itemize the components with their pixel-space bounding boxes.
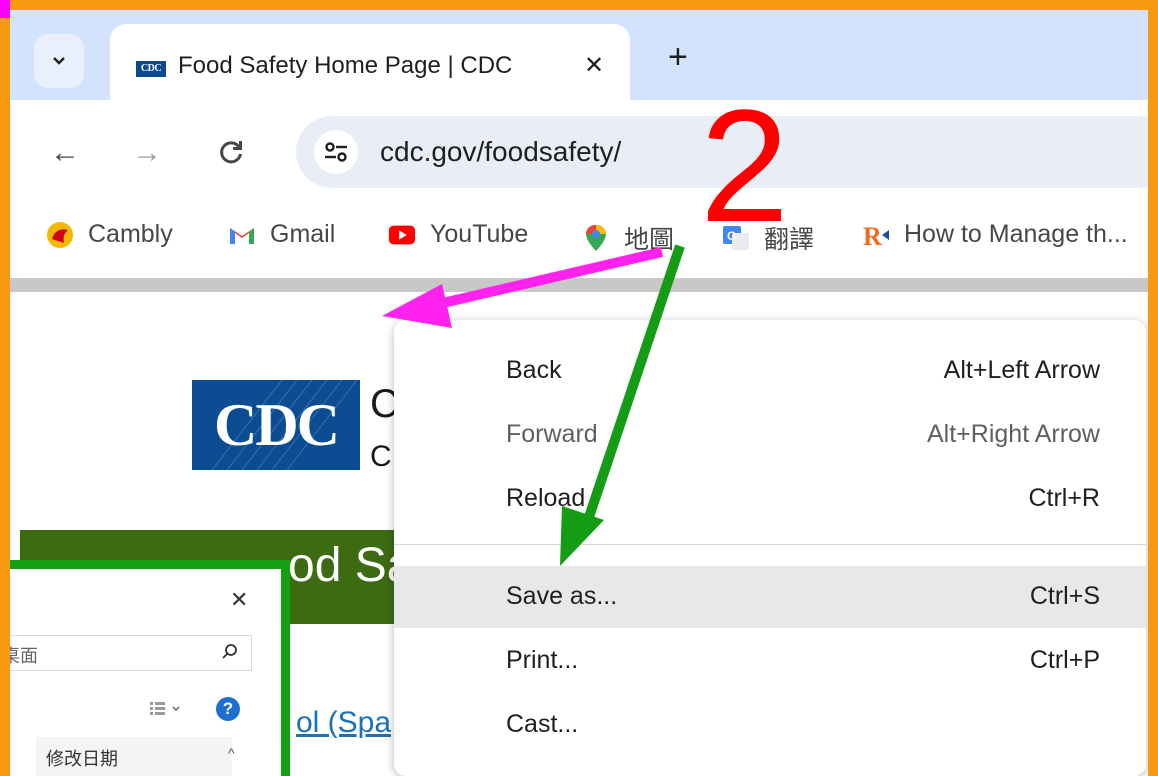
tab-food-safety[interactable]: CDC Food Safety Home Page | CDC ✕ (110, 24, 630, 110)
back-button[interactable]: ← (50, 138, 80, 168)
bookmarks-bar: Cambly Gmail YouTube 地圖 G 翻譯 R How to Ma… (10, 200, 1158, 276)
cambly-icon (46, 221, 74, 249)
tab-title: Food Safety Home Page | CDC (178, 52, 513, 79)
search-icon (222, 644, 237, 659)
bookmark-cambly[interactable]: Cambly (46, 220, 173, 249)
cdc-favicon-icon: CDC (136, 61, 166, 77)
menu-item-label: Save as... (506, 582, 618, 610)
dialog-close-button[interactable]: ✕ (230, 587, 248, 613)
menu-item-save-as[interactable]: Save as... Ctrl+S (394, 566, 1146, 628)
bookmark-label: Cambly (88, 220, 173, 248)
cdc-logo[interactable]: CDC (192, 380, 360, 470)
menu-item-label: Back (506, 356, 562, 384)
scroll-up-icon[interactable]: ^ (228, 745, 235, 761)
menu-item-label: Print... (506, 646, 579, 674)
view-options-icon[interactable] (150, 701, 184, 722)
screenshot-stage: CDC Food Safety Home Page | CDC ✕ + ← → (0, 0, 1158, 776)
menu-item-cast[interactable]: Cast... (394, 694, 1146, 756)
bookmark-gmail[interactable]: Gmail (228, 220, 335, 249)
agency-name-line2: C (370, 440, 392, 473)
pink-corner-mark (0, 0, 10, 18)
save-dialog: ✕ 桌面 ? 修改日期 ^ (0, 560, 290, 776)
column-header-label: 修改日期 (46, 749, 118, 769)
menu-separator (394, 544, 1146, 545)
close-tab-icon[interactable]: ✕ (584, 51, 604, 80)
tune-icon (325, 142, 347, 162)
menu-item-reload[interactable]: Reload Ctrl+R (394, 468, 1146, 530)
menu-item-shortcut: Alt+Left Arrow (943, 356, 1100, 384)
context-menu: Back Alt+Left Arrow Forward Alt+Right Ar… (394, 320, 1146, 776)
forward-button[interactable]: → (132, 138, 162, 168)
menu-item-shortcut: Alt+Right Arrow (927, 420, 1100, 448)
browser-toolbar: ← → cdc.gov/foodsafety/ (10, 100, 1158, 200)
chrome-divider (10, 278, 1158, 292)
bookmark-how-to-manage[interactable]: R How to Manage th... (862, 220, 1128, 249)
new-tab-button[interactable]: + (668, 40, 688, 74)
dialog-search-input[interactable]: 桌面 (0, 635, 252, 671)
bookmark-label: 地圖 (624, 226, 675, 254)
url-text[interactable]: cdc.gov/foodsafety/ (380, 136, 621, 168)
bookmark-youtube[interactable]: YouTube (388, 220, 528, 249)
tab-search-button[interactable] (34, 34, 84, 88)
cdc-logo-text: CDC (214, 392, 340, 458)
gmail-icon (228, 221, 256, 249)
left-edge-strip (0, 0, 10, 776)
bookmark-maps[interactable]: 地圖 (582, 220, 674, 256)
menu-item-back[interactable]: Back Alt+Left Arrow (394, 340, 1146, 402)
menu-item-label: Reload (506, 484, 586, 512)
bookmark-label: Gmail (270, 220, 336, 248)
menu-item-label: Forward (506, 420, 598, 448)
menu-item-shortcut: Ctrl+S (1029, 582, 1100, 610)
menu-item-shortcut: Ctrl+P (1029, 646, 1100, 674)
svg-text:R: R (863, 222, 882, 248)
site-info-button[interactable] (314, 130, 358, 174)
menu-item-forward[interactable]: Forward Alt+Right Arrow (394, 404, 1146, 466)
youtube-icon (388, 221, 416, 249)
bookmark-label: How to Manage th... (904, 220, 1128, 248)
tab-strip: CDC Food Safety Home Page | CDC ✕ + (10, 10, 1158, 110)
column-header-modified-date[interactable]: 修改日期 (36, 737, 232, 776)
header-fragment: I (1150, 400, 1158, 444)
chevron-down-icon (53, 57, 65, 65)
menu-item-print[interactable]: Print... Ctrl+P (394, 630, 1146, 692)
help-icon[interactable]: ? (216, 697, 240, 721)
page-link[interactable]: ol (Spa (296, 706, 391, 740)
bookmark-label: YouTube (430, 220, 529, 248)
menu-item-label: Cast... (506, 710, 579, 738)
reload-icon (220, 141, 242, 164)
r-icon: R (862, 221, 890, 249)
menu-item-shortcut: Ctrl+R (1028, 484, 1100, 512)
maps-icon (582, 224, 610, 252)
reload-button[interactable] (217, 138, 245, 172)
step-number-annotation: 2 (700, 76, 789, 255)
